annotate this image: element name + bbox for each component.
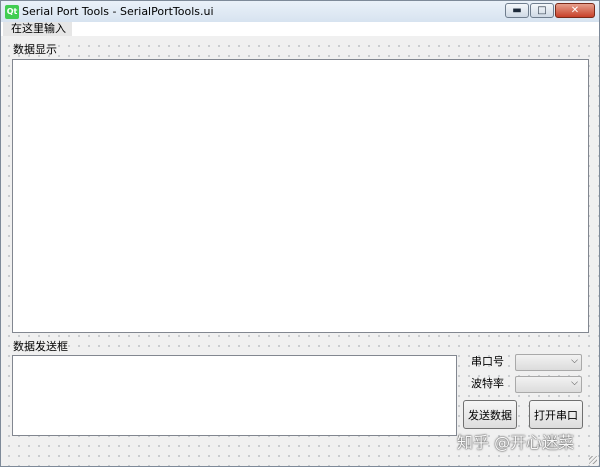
watermark: 知乎 @开心迷菜 — [457, 433, 575, 452]
port-select[interactable]: ⌵ — [515, 354, 582, 371]
open-port-button[interactable]: 打开串口 — [529, 400, 583, 429]
designer-window: Qt Serial Port Tools - SerialPortTools.u… — [0, 0, 600, 467]
send-data-button[interactable]: 发送数据 — [463, 400, 517, 429]
close-button[interactable]: ✕ — [555, 3, 595, 18]
data-display-textarea[interactable] — [12, 59, 589, 333]
qt-logo-icon: Qt — [5, 5, 19, 19]
chevron-down-icon: ⌵ — [571, 356, 578, 366]
resize-grip[interactable] — [589, 456, 597, 464]
display-label: 数据显示 — [13, 43, 57, 56]
maximize-button[interactable]: □ — [530, 3, 554, 18]
baud-select[interactable]: ⌵ — [515, 376, 582, 393]
minimize-button[interactable]: ▬ — [505, 3, 529, 18]
title-bar[interactable]: Qt Serial Port Tools - SerialPortTools.u… — [1, 1, 599, 22]
menu-bar: 在这里输入 — [1, 22, 599, 36]
port-label: 串口号 — [471, 355, 504, 368]
data-send-textarea[interactable] — [12, 355, 457, 436]
menu-item-type-here[interactable]: 在这里输入 — [3, 22, 72, 36]
chevron-down-icon: ⌵ — [571, 378, 578, 388]
baud-label: 波特率 — [471, 377, 504, 390]
window-title: Serial Port Tools - SerialPortTools.ui — [22, 5, 214, 18]
send-label: 数据发送框 — [13, 340, 68, 353]
window-controls: ▬ □ ✕ — [504, 3, 595, 18]
form-canvas: 数据显示 数据发送框 串口号 ⌵ 波特率 ⌵ 发送数据 打开串口 — [1, 37, 599, 466]
